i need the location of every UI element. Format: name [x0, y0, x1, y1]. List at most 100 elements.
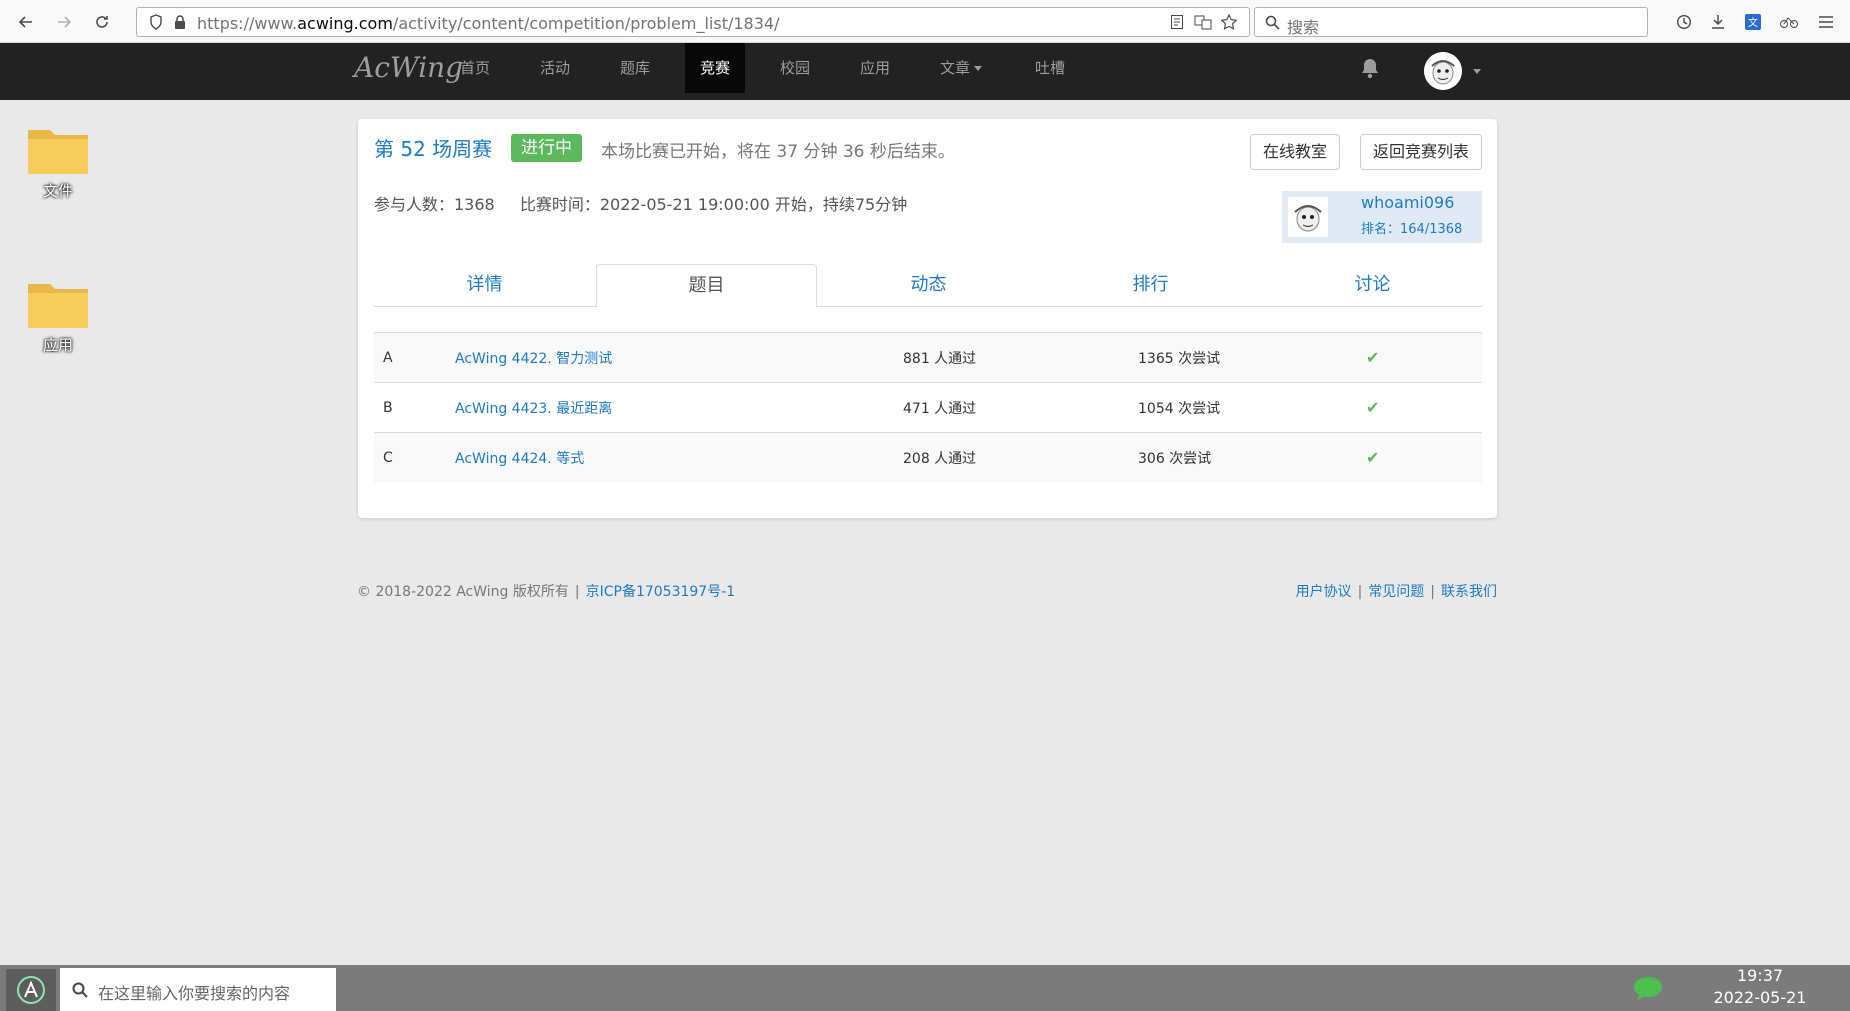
taskbar-search-input[interactable]: 在这里输入你要搜索的内容 — [60, 968, 336, 1011]
problem-passed: 881 人通过 — [894, 332, 1129, 383]
competition-meta: 参与人数：1368 比赛时间：2022-05-21 19:00:00 开始，持续… — [374, 191, 927, 215]
problem-title-link[interactable]: AcWing 4423. 最近距离 — [446, 382, 894, 433]
check-icon: ✔ — [1366, 398, 1380, 417]
solved-check-cell: ✔ — [1357, 332, 1482, 383]
problem-attempts: 306 次尝试 — [1129, 432, 1357, 483]
taskbar: 在这里输入你要搜索的内容 19:37 2022-05-21 — [0, 965, 1850, 1011]
chat-icon[interactable] — [1632, 975, 1664, 1001]
nav-competition[interactable]: 竞赛 — [685, 43, 746, 93]
check-icon: ✔ — [1366, 448, 1380, 468]
table-row[interactable]: B AcWing 4423. 最近距离 471 人通过 1054 次尝试 ✔ — [374, 382, 1482, 433]
tab-problems[interactable]: 题目 — [596, 264, 817, 308]
bookmark-star-icon[interactable] — [1220, 13, 1238, 31]
user-card-avatar[interactable] — [1288, 197, 1328, 237]
problem-letter: B — [374, 382, 446, 433]
search-placeholder: 搜索 — [1287, 18, 1320, 37]
footer-links: 用户协议 | 常见问题 | 联系我们 — [1296, 581, 1497, 601]
folder-icon — [26, 278, 90, 330]
taskbar-search-placeholder: 在这里输入你要搜索的内容 — [98, 984, 291, 1003]
nav-apps[interactable]: 应用 — [845, 43, 905, 93]
footer-link-contact[interactable]: 联系我们 — [1441, 584, 1497, 600]
user-rank-card: whoami096 排名：164/1368 — [1282, 191, 1482, 243]
search-icon — [72, 982, 88, 998]
problem-passed: 471 人通过 — [894, 382, 1129, 433]
search-icon — [1263, 13, 1281, 31]
shield-icon[interactable] — [147, 13, 165, 31]
participants-count: 参与人数：1368 — [374, 195, 495, 214]
translate-extension-icon[interactable]: 文 — [1742, 11, 1764, 33]
tab-details[interactable]: 详情 — [374, 264, 595, 307]
desktop-icon-label: 应用 — [42, 336, 73, 354]
desktop-icon-files[interactable]: 文件 — [20, 124, 96, 201]
tab-ranking[interactable]: 排行 — [1040, 264, 1261, 307]
copyright-text: © 2018-2022 AcWing 版权所有 — [357, 584, 569, 600]
footer-separator: | — [1430, 584, 1435, 600]
solved-check-cell: ✔ — [1357, 432, 1482, 483]
start-button[interactable] — [6, 969, 56, 1011]
nav-home[interactable]: 首页 — [445, 43, 505, 93]
reload-icon[interactable] — [90, 10, 114, 34]
back-arrow-icon[interactable] — [14, 10, 38, 34]
nav-campus[interactable]: 校园 — [765, 43, 825, 93]
status-badge: 进行中 — [511, 134, 582, 162]
clock-date: 2022-05-21 — [1713, 988, 1807, 1007]
extension-icon[interactable] — [1778, 11, 1800, 33]
user-name-link[interactable]: whoami096 — [1361, 193, 1454, 212]
start-logo-icon — [17, 976, 45, 1004]
nav-feedback[interactable]: 吐槽 — [1020, 43, 1080, 93]
problem-passed: 208 人通过 — [894, 432, 1129, 483]
chevron-down-icon — [974, 66, 983, 71]
footer-copyright: © 2018-2022 AcWing 版权所有 | 京ICP备17053197号-1 — [357, 581, 735, 601]
footer-link-faq[interactable]: 常见问题 — [1368, 584, 1424, 600]
browser-toolbar: https://www.acwing.com/activity/content/… — [0, 0, 1850, 43]
problem-attempts: 1365 次尝试 — [1129, 332, 1357, 383]
back-to-list-button[interactable]: 返回竞赛列表 — [1360, 134, 1483, 170]
tab-activity[interactable]: 动态 — [818, 264, 1039, 307]
status-text: 本场比赛已开始，将在 37 分钟 36 秒后结束。 — [601, 142, 955, 162]
reader-view-icon[interactable] — [1168, 13, 1186, 31]
user-avatar[interactable] — [1424, 52, 1462, 90]
menu-icon[interactable] — [1815, 11, 1837, 33]
desktop-icon-apps[interactable]: 应用 — [20, 278, 96, 355]
forward-arrow-icon[interactable] — [52, 10, 76, 34]
download-icon[interactable] — [1707, 11, 1729, 33]
footer-separator: | — [1357, 584, 1363, 600]
problem-attempts: 1054 次尝试 — [1129, 382, 1357, 433]
table-row[interactable]: C AcWing 4424. 等式 208 人通过 306 次尝试 ✔ — [374, 432, 1482, 483]
translate-icon[interactable] — [1194, 13, 1212, 31]
competition-tabs: 详情 题目 动态 排行 讨论 — [374, 264, 1483, 308]
bell-icon[interactable] — [1360, 57, 1380, 79]
url-bar[interactable]: https://www.acwing.com/activity/content/… — [136, 7, 1250, 37]
problem-title-link[interactable]: AcWing 4422. 智力测试 — [446, 332, 894, 383]
nav-articles[interactable]: 文章 — [925, 43, 997, 93]
competition-title: 第 52 场周赛 — [374, 137, 493, 161]
history-icon[interactable] — [1673, 11, 1695, 33]
table-row[interactable]: A AcWing 4422. 智力测试 881 人通过 1365 次尝试 ✔ — [374, 332, 1482, 383]
problem-title-link[interactable]: AcWing 4424. 等式 — [446, 432, 894, 483]
solved-check-cell: ✔ — [1357, 382, 1482, 433]
browser-search-input[interactable]: 搜索 — [1254, 7, 1648, 37]
clock-time: 19:37 — [1736, 966, 1784, 985]
footer-link-terms[interactable]: 用户协议 — [1296, 584, 1352, 600]
nav-activity[interactable]: 活动 — [525, 43, 585, 93]
problem-letter: A — [374, 332, 446, 383]
problem-table: A AcWing 4422. 智力测试 881 人通过 1365 次尝试 ✔ B… — [374, 332, 1482, 483]
lock-icon[interactable] — [171, 13, 189, 31]
taskbar-clock[interactable]: 19:37 2022-05-21 — [1700, 965, 1820, 1009]
desktop-icon-label: 文件 — [42, 182, 73, 200]
site-navbar: AcWing 首页 活动 题库 竞赛 校园 应用 文章 吐槽 — [0, 43, 1850, 100]
problem-letter: C — [374, 432, 446, 483]
user-rank: 排名：164/1368 — [1361, 222, 1463, 237]
check-icon: ✔ — [1366, 348, 1380, 367]
svg-text:文: 文 — [1748, 16, 1758, 29]
competition-time: 比赛时间：2022-05-21 19:00:00 开始，持续75分钟 — [519, 195, 908, 214]
avatar-chevron-down-icon[interactable] — [1473, 69, 1481, 74]
folder-icon — [26, 124, 90, 176]
footer-separator: | — [574, 584, 580, 600]
url-text[interactable]: https://www.acwing.com/activity/content/… — [197, 14, 779, 33]
icp-link[interactable]: 京ICP备17053197号-1 — [586, 584, 736, 600]
tab-discussion[interactable]: 讨论 — [1262, 264, 1483, 307]
competition-panel: 第 52 场周赛 进行中 本场比赛已开始，将在 37 分钟 36 秒后结束。 在… — [358, 119, 1497, 518]
nav-problems[interactable]: 题库 — [605, 43, 665, 93]
online-classroom-button[interactable]: 在线教室 — [1250, 134, 1341, 170]
